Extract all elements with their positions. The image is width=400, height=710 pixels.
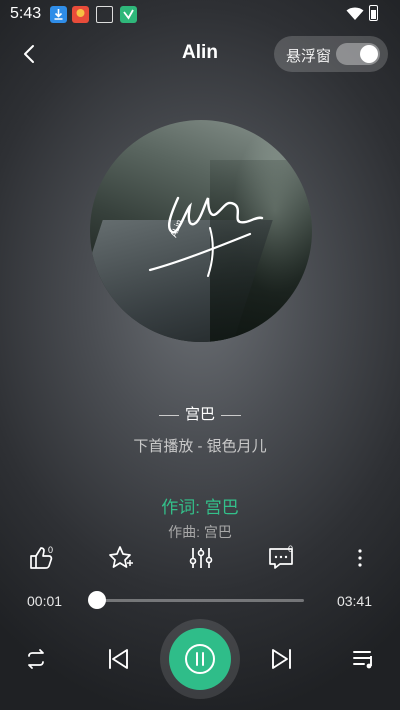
- float-window-label: 悬浮窗: [286, 48, 332, 65]
- total-time: 03:41: [336, 593, 372, 609]
- previous-button[interactable]: [104, 645, 132, 673]
- lyric-next[interactable]: 作曲: 宫巴: [0, 522, 400, 542]
- red-app-icon: [72, 6, 89, 23]
- play-pause-button[interactable]: [160, 619, 240, 699]
- next-button[interactable]: [268, 645, 296, 673]
- song-title-line: 宫巴: [0, 403, 400, 424]
- box-icon: [96, 6, 113, 23]
- comment-count: 0: [288, 544, 293, 554]
- comments-button[interactable]: 0: [266, 543, 296, 573]
- play-pause-core: [169, 628, 231, 690]
- download-icon: [50, 6, 67, 23]
- next-icon: [272, 649, 291, 669]
- back-button[interactable]: [16, 40, 44, 68]
- song-title: 宫巴: [184, 406, 215, 423]
- battery-icon: [369, 5, 378, 21]
- playlist-icon: [353, 651, 372, 669]
- like-button[interactable]: 0: [26, 543, 56, 573]
- repeat-button[interactable]: [22, 645, 50, 673]
- status-time: 5:43: [10, 5, 42, 22]
- float-window-toggle[interactable]: 悬浮窗: [274, 36, 388, 72]
- switch-knob: [360, 45, 378, 63]
- favorite-button[interactable]: [106, 543, 136, 573]
- current-time: 00:01: [27, 593, 63, 609]
- thumbs-up-icon: 0: [30, 545, 53, 569]
- album-signature-art: ALin: [148, 196, 264, 277]
- float-window-switch[interactable]: [336, 43, 380, 65]
- status-bar: 5:43: [0, 0, 400, 28]
- title-dash-left: [158, 414, 179, 416]
- equalizer-icon: [189, 548, 213, 568]
- progress-thumb[interactable]: [88, 591, 107, 609]
- comment-icon: 0: [269, 544, 293, 569]
- title-dash-right: [221, 414, 241, 416]
- chevron-left-icon: [24, 45, 34, 63]
- more-button[interactable]: [345, 543, 375, 573]
- like-count: 0: [48, 545, 53, 555]
- next-up-text: 下首播放 - 银色月儿: [133, 438, 267, 455]
- album-cover: ALin: [90, 120, 312, 342]
- more-vertical-icon: [358, 549, 362, 567]
- equalizer-button[interactable]: [186, 543, 216, 573]
- green-app-icon: [120, 6, 137, 23]
- playlist-button[interactable]: [350, 645, 378, 673]
- star-icon: [109, 546, 133, 568]
- repeat-icon: [28, 649, 44, 669]
- previous-icon: [109, 649, 128, 669]
- lyric-current[interactable]: 作词: 宫巴: [0, 493, 400, 518]
- pause-icon: [185, 644, 215, 674]
- wifi-icon: [346, 7, 364, 20]
- album-art-text: ALin: [168, 218, 184, 238]
- progress-track[interactable]: [96, 599, 304, 602]
